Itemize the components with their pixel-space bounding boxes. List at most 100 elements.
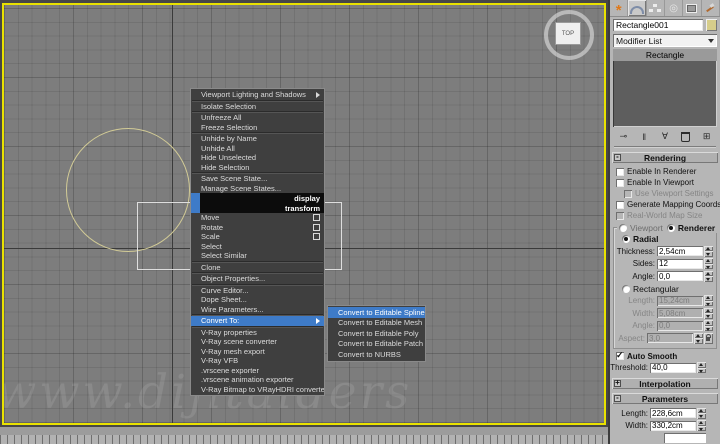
quad-header-display: display xyxy=(191,193,324,203)
length-input[interactable] xyxy=(650,408,696,418)
viewport-radio-group[interactable]: Viewport xyxy=(617,223,665,233)
thickness-input[interactable] xyxy=(657,246,703,256)
menu-item-convert-to[interactable]: Convert To: xyxy=(191,316,324,326)
modifier-stack[interactable]: Rectangle xyxy=(613,49,717,127)
menu-item-vrscene-animation-exporter[interactable]: .vrscene animation exporter xyxy=(191,375,324,385)
menu-item-convert-editable-mesh[interactable]: Convert to Editable Mesh xyxy=(328,318,425,329)
interpolation-rollout-header[interactable]: Interpolation xyxy=(612,378,718,389)
menu-item-move[interactable]: Move xyxy=(191,213,324,223)
auto-smooth-row[interactable]: Auto Smooth xyxy=(610,351,720,362)
menu-item-hide-selection[interactable]: Hide Selection xyxy=(191,163,324,173)
menu-item-select[interactable]: Select xyxy=(191,242,324,252)
enable-in-renderer-checkbox[interactable] xyxy=(616,168,624,176)
make-unique-button[interactable]: ∀ xyxy=(656,131,675,143)
expand-icon xyxy=(614,380,621,387)
pin-stack-button[interactable]: ⊸ xyxy=(614,131,633,143)
generate-mapping-checkbox[interactable] xyxy=(616,201,624,209)
menu-item-dope-sheet[interactable]: Dope Sheet... xyxy=(191,295,324,305)
aspect-lock-button[interactable] xyxy=(704,333,713,344)
menu-item-hide-unselected[interactable]: Hide Unselected xyxy=(191,153,324,163)
tab-hierarchy[interactable] xyxy=(647,0,665,16)
sides-row: Sides: xyxy=(614,258,716,271)
menu-item-vray-bitmap-converter[interactable]: V-Ray Bitmap to VRayHDRI converter xyxy=(191,385,324,395)
settings-box-icon[interactable] xyxy=(313,224,320,231)
menu-item-wire-parameters[interactable]: Wire Parameters... xyxy=(191,305,324,315)
menu-item-unfreeze-all[interactable]: Unfreeze All xyxy=(191,113,324,123)
menu-item-unhide-by-name[interactable]: Unhide by Name xyxy=(191,134,324,144)
tab-modify[interactable] xyxy=(628,0,646,16)
quad-header-handle[interactable] xyxy=(191,203,200,213)
menu-item-save-scene-state[interactable]: Save Scene State... xyxy=(191,174,324,184)
object-name-row xyxy=(610,17,720,32)
menu-item-rotate[interactable]: Rotate xyxy=(191,223,324,233)
rectangular-radio[interactable] xyxy=(622,285,630,293)
menu-item-curve-editor[interactable]: Curve Editor... xyxy=(191,286,324,296)
menu-item-unhide-all[interactable]: Unhide All xyxy=(191,144,324,154)
menu-item-scale[interactable]: Scale xyxy=(191,232,324,242)
remove-modifier-button[interactable] xyxy=(676,131,695,143)
quad-header-handle[interactable] xyxy=(191,193,200,203)
renderer-radio[interactable] xyxy=(667,224,675,232)
generate-mapping-row[interactable]: Generate Mapping Coords. xyxy=(610,199,720,210)
object-name-input[interactable] xyxy=(613,19,703,31)
3dsmax-window: www.dijitalders TOP Viewport Lighting an… xyxy=(0,0,720,444)
parameters-rollout-header[interactable]: Parameters xyxy=(612,393,718,404)
menu-item-freeze-selection[interactable]: Freeze Selection xyxy=(191,123,324,133)
stack-item-rectangle[interactable]: Rectangle xyxy=(613,49,717,61)
viewcube[interactable]: TOP xyxy=(537,8,597,62)
threshold-input[interactable] xyxy=(650,363,696,373)
rectangular-radio-row[interactable]: Rectangular xyxy=(614,283,716,295)
menu-item-convert-editable-poly[interactable]: Convert to Editable Poly xyxy=(328,328,425,339)
enable-in-renderer-row[interactable]: Enable In Renderer xyxy=(610,166,720,177)
angle-input[interactable] xyxy=(657,271,703,281)
menu-item-select-similar[interactable]: Select Similar xyxy=(191,251,324,261)
length-spinner[interactable] xyxy=(697,408,706,419)
renderer-group-box: Viewport Renderer Radial Thickness: Side… xyxy=(613,227,717,349)
angle-spinner[interactable] xyxy=(704,271,713,282)
menu-item-viewport-lighting-and-shadows[interactable]: Viewport Lighting and Shadows xyxy=(191,90,324,100)
render-width-row: Width: xyxy=(614,307,716,320)
menu-item-convert-editable-spline[interactable]: Convert to Editable Spline xyxy=(328,307,425,318)
width-spinner[interactable] xyxy=(697,420,706,431)
menu-item-vray-properties[interactable]: V-Ray properties xyxy=(191,328,324,338)
menu-item-vray-vfb[interactable]: V-Ray VFB xyxy=(191,356,324,366)
configure-modifier-sets-button[interactable]: ⊞ xyxy=(697,131,716,143)
tab-motion[interactable]: ◎ xyxy=(665,0,683,16)
radial-radio[interactable] xyxy=(622,235,630,243)
menu-item-clone[interactable]: Clone xyxy=(191,263,324,273)
radial-radio-row[interactable]: Radial xyxy=(614,233,716,245)
sides-input[interactable] xyxy=(657,259,703,269)
auto-smooth-checkbox[interactable] xyxy=(616,352,624,360)
menu-item-vrscene-exporter[interactable]: .vrscene exporter xyxy=(191,366,324,376)
menu-item-convert-nurbs[interactable]: Convert to NURBS xyxy=(328,349,425,360)
viewport-radio[interactable] xyxy=(619,224,627,232)
menu-item-convert-editable-patch[interactable]: Convert to Editable Patch xyxy=(328,339,425,350)
menu-item-vray-mesh-export[interactable]: V-Ray mesh export xyxy=(191,347,324,357)
command-panel: * ◎ Modifier List Rectangle ⊸ ‖ ∀ ⊞ Re xyxy=(610,0,720,444)
settings-box-icon[interactable] xyxy=(313,233,320,240)
track-bar[interactable] xyxy=(0,427,608,444)
show-end-result-button[interactable]: ‖ xyxy=(635,131,654,143)
enable-in-viewport-checkbox[interactable] xyxy=(616,179,624,187)
sides-spinner[interactable] xyxy=(704,258,713,269)
clipped-next-field xyxy=(664,433,706,443)
threshold-spinner[interactable] xyxy=(697,362,706,373)
thickness-spinner[interactable] xyxy=(704,246,713,257)
menu-item-object-properties[interactable]: Object Properties... xyxy=(191,274,324,284)
tab-display[interactable] xyxy=(683,0,701,16)
settings-box-icon[interactable] xyxy=(313,214,320,221)
viewcube-top-face[interactable]: TOP xyxy=(555,22,581,45)
width-input[interactable] xyxy=(650,421,696,431)
object-color-swatch[interactable] xyxy=(706,19,717,31)
enable-in-viewport-row[interactable]: Enable In Viewport xyxy=(610,177,720,188)
modifier-list-dropdown[interactable]: Modifier List xyxy=(613,34,717,47)
render-width-input xyxy=(657,308,703,318)
renderer-radio-group[interactable]: Renderer xyxy=(665,223,717,233)
tab-utilities[interactable] xyxy=(702,0,720,16)
tab-create[interactable]: * xyxy=(610,0,628,16)
menu-item-isolate-selection[interactable]: Isolate Selection xyxy=(191,102,324,112)
menu-item-vray-scene-converter[interactable]: V-Ray scene converter xyxy=(191,337,324,347)
rendering-rollout-header[interactable]: Rendering xyxy=(612,152,718,163)
timeline-ruler[interactable] xyxy=(0,435,608,444)
menu-item-manage-scene-states[interactable]: Manage Scene States... xyxy=(191,184,324,194)
